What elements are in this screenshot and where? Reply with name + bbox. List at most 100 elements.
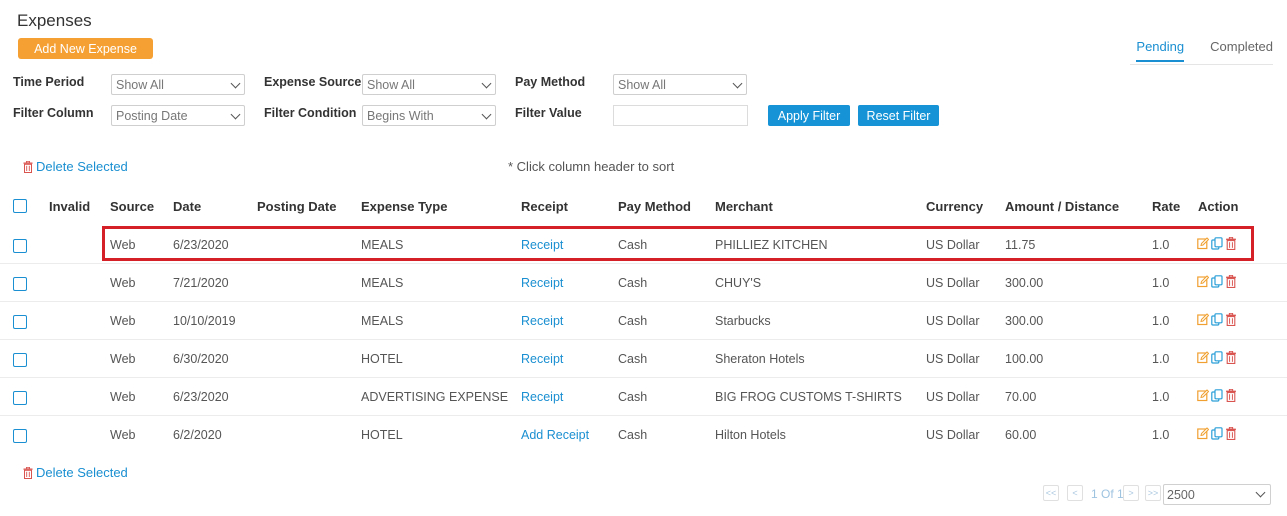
edit-icon[interactable] — [1197, 427, 1209, 440]
trash-icon[interactable] — [1225, 237, 1237, 250]
delete-selected-top-link[interactable]: Delete Selected — [23, 159, 128, 174]
filter-value-input[interactable] — [613, 105, 748, 126]
cell-receipt-link[interactable]: Add Receipt — [521, 428, 589, 442]
row-actions — [1197, 275, 1237, 288]
column-header-amount-distance[interactable]: Amount / Distance — [1005, 199, 1119, 214]
edit-icon[interactable] — [1197, 237, 1209, 250]
trash-icon[interactable] — [1225, 427, 1237, 440]
row-checkbox[interactable] — [13, 277, 27, 291]
filter-column-value: Posting Date — [116, 109, 188, 123]
cell-receipt-link[interactable]: Receipt — [521, 238, 563, 252]
cell-currency: US Dollar — [926, 428, 980, 442]
apply-filter-button[interactable]: Apply Filter — [768, 105, 850, 126]
column-header-source[interactable]: Source — [110, 199, 154, 214]
cell-source: Web — [110, 276, 136, 290]
status-tabs: Pending Completed — [1136, 39, 1273, 62]
tab-pending[interactable]: Pending — [1136, 39, 1185, 62]
cell-receipt-link[interactable]: Receipt — [521, 314, 563, 328]
cell-currency: US Dollar — [926, 238, 980, 252]
next-page-button[interactable]: > — [1123, 485, 1139, 501]
tab-completed[interactable]: Completed — [1210, 39, 1273, 62]
cell-expense-type: HOTEL — [361, 352, 403, 366]
page-title: Expenses — [17, 11, 92, 30]
filter-column-label: Filter Column — [13, 106, 94, 120]
trash-icon[interactable] — [1225, 313, 1237, 326]
delete-selected-label: Delete Selected — [36, 465, 128, 480]
last-page-button[interactable]: >> — [1145, 485, 1161, 501]
add-new-expense-button[interactable]: Add New Expense — [18, 38, 153, 59]
row-checkbox[interactable] — [13, 315, 27, 329]
copy-icon[interactable] — [1211, 427, 1223, 440]
cell-source: Web — [110, 238, 136, 252]
cell-expense-type: ADVERTISING EXPENSE — [361, 390, 509, 404]
cell-pay-method: Cash — [618, 276, 648, 290]
row-actions — [1197, 427, 1237, 440]
first-page-button[interactable]: << — [1043, 485, 1059, 501]
row-checkbox[interactable] — [13, 391, 27, 405]
trash-icon[interactable] — [1225, 351, 1237, 364]
column-header-rate[interactable]: Rate — [1152, 199, 1180, 214]
row-checkbox[interactable] — [13, 429, 27, 443]
cell-amount: 11.75 — [1005, 238, 1036, 252]
column-header-expense-type[interactable]: Expense Type — [361, 199, 447, 214]
edit-icon[interactable] — [1197, 313, 1209, 326]
page-size-value: 2500 — [1167, 488, 1195, 502]
cell-rate: 1.0 — [1152, 428, 1170, 442]
column-header-merchant[interactable]: Merchant — [715, 199, 773, 214]
edit-icon[interactable] — [1197, 351, 1209, 364]
expense-source-select[interactable]: Show All — [362, 74, 496, 95]
page-size-select[interactable]: 2500 — [1163, 484, 1271, 505]
cell-date: 6/2/2020 — [173, 428, 222, 442]
filter-column-select[interactable]: Posting Date — [111, 105, 245, 126]
table-row: Web 6/23/2020 ADVERTISING EXPENSE Receipt Ca… — [0, 377, 1287, 415]
cell-rate: 1.0 — [1152, 314, 1170, 328]
copy-icon[interactable] — [1211, 313, 1223, 326]
table-row: Web 6/30/2020 HOTEL Receipt Cash Sheraton Hot… — [0, 339, 1287, 377]
trash-icon[interactable] — [1225, 275, 1237, 288]
column-header-date[interactable]: Date — [173, 199, 201, 214]
cell-pay-method: Cash — [618, 314, 648, 328]
cell-receipt-link[interactable]: Receipt — [521, 390, 563, 404]
expense-source-value: Show All — [367, 78, 415, 92]
column-header-posting-date[interactable]: Posting Date — [257, 199, 336, 214]
reset-filter-button[interactable]: Reset Filter — [858, 105, 939, 126]
cell-receipt-link[interactable]: Receipt — [521, 276, 563, 290]
time-period-select[interactable]: Show All — [111, 74, 245, 95]
cell-merchant: BIG FROG CUSTOMS T-SHIRTS — [715, 390, 902, 404]
copy-icon[interactable] — [1211, 237, 1223, 250]
row-divider — [0, 339, 1287, 340]
row-checkbox[interactable] — [13, 239, 27, 253]
copy-icon[interactable] — [1211, 389, 1223, 402]
edit-icon[interactable] — [1197, 389, 1209, 402]
pay-method-select[interactable]: Show All — [613, 74, 747, 95]
cell-currency: US Dollar — [926, 352, 980, 366]
filter-condition-select[interactable]: Begins With — [362, 105, 496, 126]
column-header-receipt[interactable]: Receipt — [521, 199, 568, 214]
cell-receipt-link[interactable]: Receipt — [521, 352, 563, 366]
cell-amount: 300.00 — [1005, 276, 1044, 290]
select-all-checkbox[interactable] — [13, 199, 27, 213]
cell-expense-type: MEALS — [361, 314, 404, 328]
cell-merchant: Sheraton Hotels — [715, 352, 805, 366]
row-divider — [0, 263, 1287, 264]
column-header-invalid[interactable]: Invalid — [49, 199, 90, 214]
delete-selected-bottom-link[interactable]: Delete Selected — [23, 465, 128, 480]
copy-icon[interactable] — [1211, 351, 1223, 364]
row-actions — [1197, 237, 1237, 250]
column-header-currency[interactable]: Currency — [926, 199, 983, 214]
cell-rate: 1.0 — [1152, 276, 1170, 290]
row-divider — [0, 377, 1287, 378]
filter-condition-value: Begins With — [367, 109, 434, 123]
cell-date: 6/23/2020 — [173, 238, 229, 252]
prev-page-button[interactable]: < — [1067, 485, 1083, 501]
copy-icon[interactable] — [1211, 275, 1223, 288]
column-header-pay-method[interactable]: Pay Method — [618, 199, 691, 214]
cell-merchant: PHILLIEZ KITCHEN — [715, 238, 828, 252]
row-checkbox[interactable] — [13, 353, 27, 367]
cell-expense-type: HOTEL — [361, 428, 403, 442]
cell-currency: US Dollar — [926, 276, 980, 290]
cell-pay-method: Cash — [618, 428, 648, 442]
trash-icon[interactable] — [1225, 389, 1237, 402]
edit-icon[interactable] — [1197, 275, 1209, 288]
cell-date: 10/10/2019 — [173, 314, 236, 328]
